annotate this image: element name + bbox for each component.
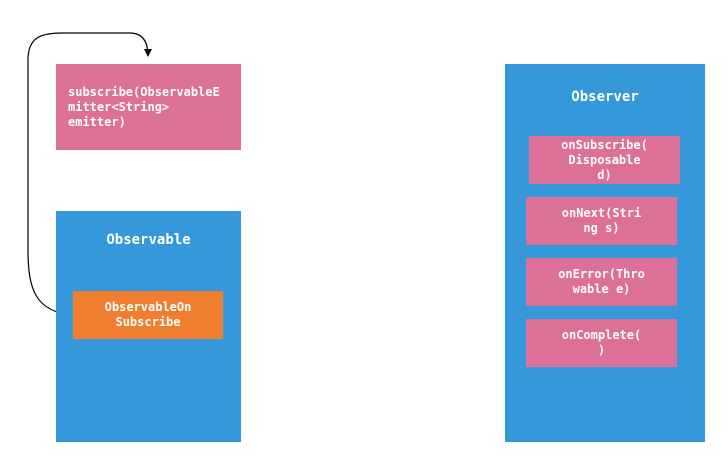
on-complete-method-label: onComplete( ) <box>561 328 642 357</box>
observer-container: Observer <box>505 64 705 442</box>
on-error-method-label: onError(Thro wable e) <box>558 267 645 296</box>
on-next-method: onNext(Stri ng s) <box>526 197 677 245</box>
subscribe-box: subscribe(ObservableE mitter<String> emi… <box>56 64 241 150</box>
on-next-method-label: onNext(Stri ng s) <box>561 206 642 235</box>
on-subscribe-method-label: onSubscribe( Disposable d) <box>561 137 648 182</box>
observable-title: Observable <box>106 232 191 248</box>
on-complete-method: onComplete( ) <box>526 319 677 367</box>
on-error-method: onError(Thro wable e) <box>526 258 677 306</box>
observer-title: Observer <box>571 89 639 105</box>
observable-on-subscribe-box: ObservableOn Subscribe <box>73 291 223 339</box>
subscribe-box-label: subscribe(ObservableE mitter<String> emi… <box>68 84 220 129</box>
observable-on-subscribe-label: ObservableOn Subscribe <box>104 300 192 329</box>
on-subscribe-method: onSubscribe( Disposable d) <box>529 136 680 184</box>
